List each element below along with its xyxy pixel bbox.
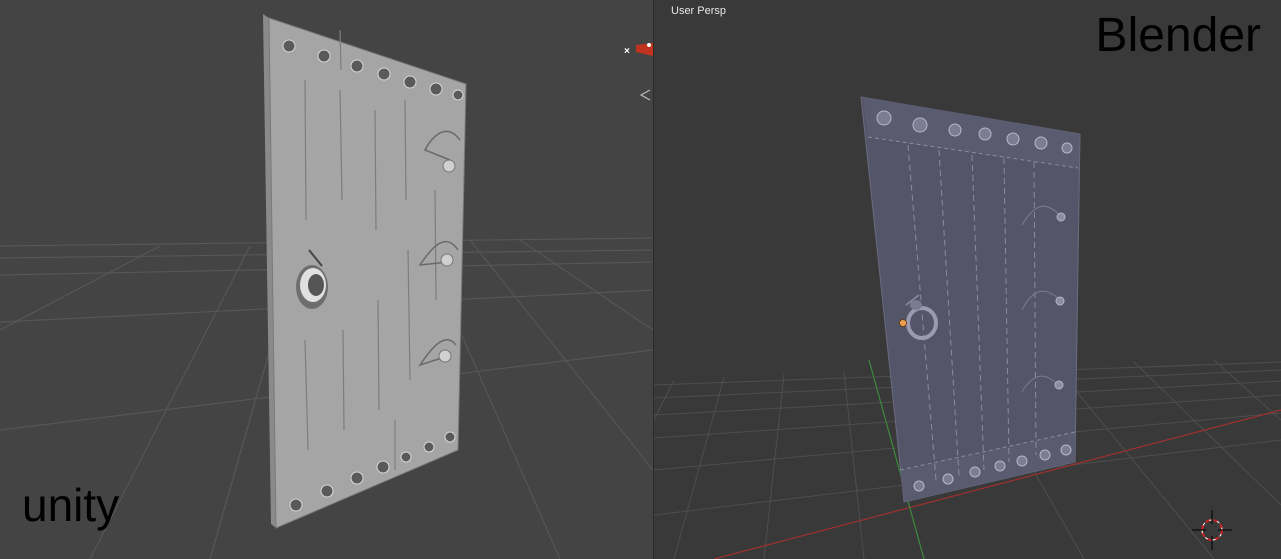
blender-caption: Blender [1095, 9, 1261, 62]
unity-caption: unity [22, 479, 120, 531]
blender-scene [654, 96, 1281, 559]
view-label: User Persp [671, 5, 727, 17]
origin-dot-icon[interactable] [899, 319, 907, 327]
blender-viewport[interactable]: User Persp Blender [654, 0, 1281, 559]
3d-cursor-icon[interactable] [1192, 510, 1232, 550]
unity-viewport[interactable]: × unity [0, 0, 653, 559]
svg-text:×: × [624, 46, 630, 57]
unity-scene [0, 14, 653, 559]
